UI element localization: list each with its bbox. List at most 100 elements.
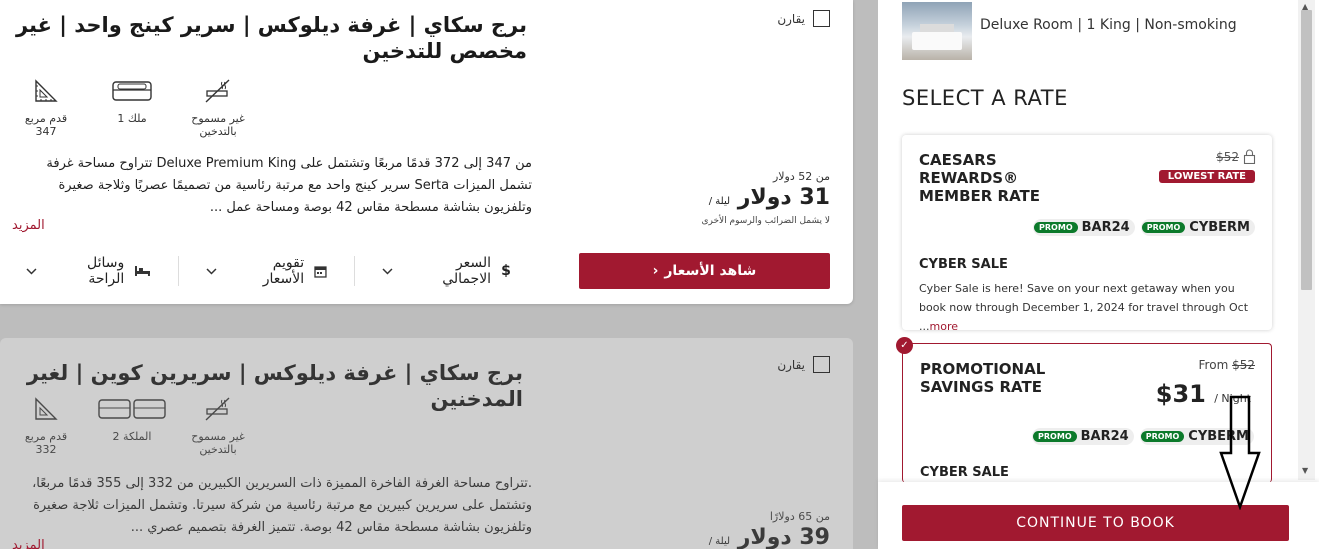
amenity-label: قدم مربع 347 (24, 112, 68, 138)
room-card: يقارن برج سكاي | غرفة ديلوكس | سرير كينج… (0, 0, 853, 304)
amenity-smoking: غير مسموح بالتدخين (186, 78, 250, 138)
was-price: من 52 دولار (772, 170, 830, 183)
promo-code: BAR24 (1080, 429, 1129, 444)
strike-price: $52 (1216, 149, 1239, 164)
promo-tag: PROMO (1033, 431, 1077, 442)
promo-chip: PROMO BAR24 (1032, 428, 1134, 445)
promo-tag: PROMO (1034, 222, 1078, 233)
room-description: من 347 إلى 372 قدمًا مربعًا وتشتمل على D… (46, 156, 532, 215)
per-night: ليلة / (708, 196, 731, 207)
selected-room-name: Deluxe Room | 1 King | Non-smoking (980, 17, 1237, 33)
no-smoking-icon (205, 79, 230, 103)
from-price: From $52 (1199, 358, 1255, 372)
down-arrow-annotation-icon (1219, 395, 1261, 510)
compare-checkbox[interactable] (813, 356, 830, 373)
panel-scrollbar[interactable]: ▲ ▼ (1298, 0, 1315, 480)
was-price: من 65 دولارًا (769, 510, 830, 523)
king-bed-icon (112, 81, 152, 101)
promo-chip: PROMO CYBERM (1140, 219, 1255, 236)
sale-title: CYBER SALE (920, 465, 1009, 480)
room-thumbnail (902, 2, 972, 60)
price-value: 31 دولار (737, 185, 830, 210)
scroll-down-icon[interactable]: ▼ (1302, 466, 1308, 475)
filter-label: تقويم الأسعار (262, 255, 305, 287)
total-price-toggle[interactable]: $ السعر الاجمالي (370, 255, 523, 287)
amenity-smoking: غير مسموح بالتدخين (186, 396, 250, 456)
nightly-price: 39 دولار ليلة / (696, 525, 830, 549)
lock-icon (1243, 149, 1256, 164)
amenity-label: الملكة 2 (112, 430, 152, 443)
filter-label: وسائل الراحة (87, 255, 125, 287)
tax-note: لا يشمل الضرائب والرسوم الأخرى (701, 216, 830, 226)
price-value: 39 دولار (737, 525, 830, 549)
nightly-price: 31 دولار ليلة / (696, 185, 830, 210)
price-block: من 52 دولار 31 دولار ليلة / لا يشمل الضر… (696, 170, 830, 226)
queen-beds-icon (98, 399, 166, 419)
promo-code: CYBERM (1189, 220, 1250, 235)
divider (354, 256, 356, 286)
amenity-label: غير مسموح بالتدخين (191, 112, 245, 138)
card-actions: شاهد الأسعار ‹ $ السعر الاجمالي تقويم ال… (14, 253, 830, 289)
room-card: يقارن برج سكاي | غرفة ديلوكس | سريرين كو… (0, 338, 853, 549)
strike-price: $52 (1232, 358, 1255, 372)
compare-label: يقارن (777, 11, 805, 26)
room-list: يقارن برج سكاي | غرفة ديلوكس | سرير كينج… (0, 0, 878, 549)
square-footage-icon (35, 397, 58, 420)
view-rates-button[interactable]: شاهد الأسعار ‹ (578, 253, 830, 289)
rate-name: PROMOTIONAL SAVINGS RATE (920, 360, 1046, 396)
from-label: From (1198, 358, 1229, 372)
amenity-label: غير مسموح بالتدخين (191, 430, 245, 456)
rate-option-selected[interactable]: ✓ PROMOTIONAL SAVINGS RATE From $52 $31 … (896, 337, 1272, 483)
chevron-down-icon (206, 267, 217, 275)
continue-to-book-button[interactable]: CONTINUE TO BOOK (902, 505, 1289, 541)
sale-description: Cyber Sale is here! Save on your next ge… (919, 279, 1259, 336)
chevron-down-icon (26, 267, 37, 275)
sale-title: CYBER SALE (919, 257, 1008, 272)
view-rates-label: شاهد الأسعار (664, 263, 757, 279)
no-smoking-icon (205, 397, 230, 421)
bed-icon (135, 266, 151, 276)
compare-label: يقارن (777, 357, 805, 372)
calendar-icon (314, 265, 327, 278)
rate-option[interactable]: CAESARS REWARDS® MEMBER RATE $52 LOWEST … (902, 135, 1272, 333)
per-night: ليلة / (708, 536, 731, 547)
amenity-bed: ملك 1 (100, 78, 164, 138)
price-block: من 65 دولارًا 39 دولار ليلة / (696, 510, 830, 549)
more-link[interactable]: المزيد (12, 538, 45, 549)
more-link[interactable]: المزيد (12, 218, 45, 233)
lowest-rate-badge: LOWEST RATE (1158, 170, 1255, 183)
rate-was-price: $52 (1216, 149, 1256, 164)
check-icon: ✓ (896, 337, 913, 354)
promo-tag: PROMO (1141, 222, 1186, 233)
square-footage-icon (35, 79, 58, 102)
amenity-label: قدم مربع 332 (24, 430, 68, 456)
amenity-list: قدم مربع 347 ملك 1 غير مسموح بالتدخين (14, 78, 250, 138)
promo-codes: PROMO BAR24 PROMO CYBERM (1033, 219, 1255, 236)
divider (178, 256, 180, 286)
dollar-icon: $ (501, 263, 511, 279)
compare-checkbox[interactable] (813, 10, 830, 27)
sale-text: Cyber Sale is here! Save on your next ge… (919, 282, 1249, 333)
amenity-list: قدم مربع 332 الملكة 2 غير مسموح بالتدخين (14, 396, 250, 456)
filter-label: السعر الاجمالي (442, 255, 492, 287)
price-value: $31 (1155, 380, 1206, 408)
amenity-size: قدم مربع 332 (14, 396, 78, 456)
promo-chip: PROMO BAR24 (1033, 219, 1135, 236)
chevron-down-icon (382, 267, 393, 275)
amenities-toggle[interactable]: وسائل الراحة (14, 255, 163, 287)
amenity-size: قدم مربع 347 (14, 78, 78, 138)
compare-toggle[interactable]: يقارن (777, 356, 830, 373)
thumb-bed (912, 32, 962, 50)
room-title: برج سكاي | غرفة ديلوكس | سرير كينج واحد … (15, 13, 527, 63)
compare-toggle[interactable]: يقارن (777, 10, 830, 27)
promo-code: BAR24 (1081, 220, 1130, 235)
amenity-bed: الملكة 2 (98, 396, 166, 456)
chevron-left-icon: ‹ (652, 263, 659, 279)
promo-tag: PROMO (1140, 431, 1185, 442)
scroll-thumb[interactable] (1301, 10, 1312, 290)
room-description: .تتراوح مساحة الغرفة الفاخرة المميزة ذات… (32, 476, 532, 535)
more-link[interactable]: more (930, 320, 959, 333)
rate-calendar-toggle[interactable]: تقويم الأسعار (194, 255, 339, 287)
amenity-label: ملك 1 (117, 112, 147, 125)
rate-name: CAESARS REWARDS® MEMBER RATE (919, 151, 1041, 205)
